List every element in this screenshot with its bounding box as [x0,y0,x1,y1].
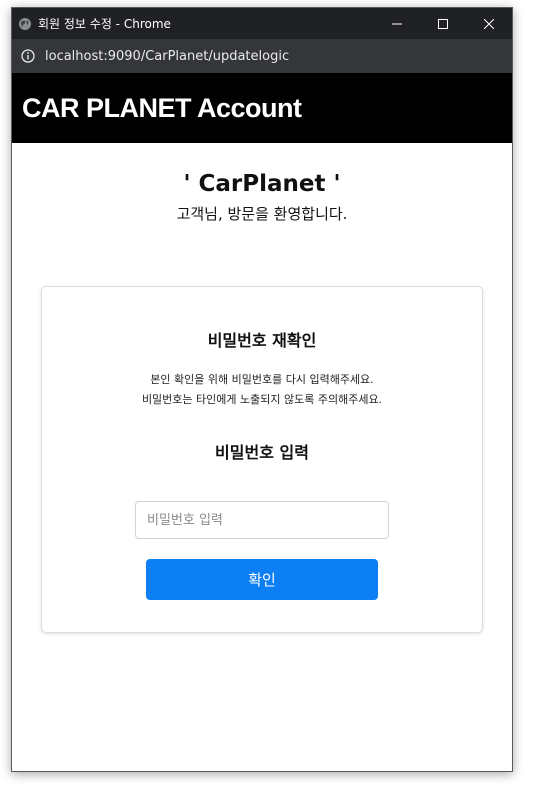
info-icon[interactable] [21,49,35,63]
confirm-button[interactable]: 확인 [146,559,378,600]
minimize-icon [392,23,402,24]
password-recheck-card: 비밀번호 재확인 본인 확인을 위해 비밀번호를 다시 입력해주세요. 비밀번호… [41,286,483,633]
globe-icon [18,17,32,31]
close-icon [484,18,494,29]
maximize-icon [438,18,448,29]
url-text[interactable]: localhost:9090/CarPlanet/updatelogic [45,49,289,64]
card-description: 본인 확인을 위해 비밀번호를 다시 입력해주세요. 비밀번호는 타인에게 노출… [42,370,482,410]
card-title: 비밀번호 재확인 [207,331,317,350]
browser-window: 회원 정보 수정 - Chrome localhost:9090/CarPlan… [11,7,513,772]
brand-title[interactable]: CAR PLANET Account [22,93,302,124]
description-line-2: 비밀번호는 타인에게 노출되지 않도록 주의해주세요. [141,393,383,406]
password-input[interactable] [135,501,389,539]
welcome-message: 고객님, 방문을 환영합니다. [176,205,348,223]
maximize-button[interactable] [420,8,466,39]
title-bar: 회원 정보 수정 - Chrome [12,8,512,39]
close-button[interactable] [466,8,512,39]
description-line-1: 본인 확인을 위해 비밀번호를 다시 입력해주세요. [150,373,374,386]
address-bar[interactable]: localhost:9090/CarPlanet/updatelogic [12,39,512,73]
password-input-title: 비밀번호 입력 [215,443,309,462]
carplanet-logo-text: ' CarPlanet ' [183,171,341,197]
site-header: CAR PLANET Account [12,73,512,143]
hero-section: ' CarPlanet ' 고객님, 방문을 환영합니다. [12,143,512,224]
window-controls [374,8,512,39]
window-title: 회원 정보 수정 - Chrome [38,17,171,31]
minimize-button[interactable] [374,8,420,39]
